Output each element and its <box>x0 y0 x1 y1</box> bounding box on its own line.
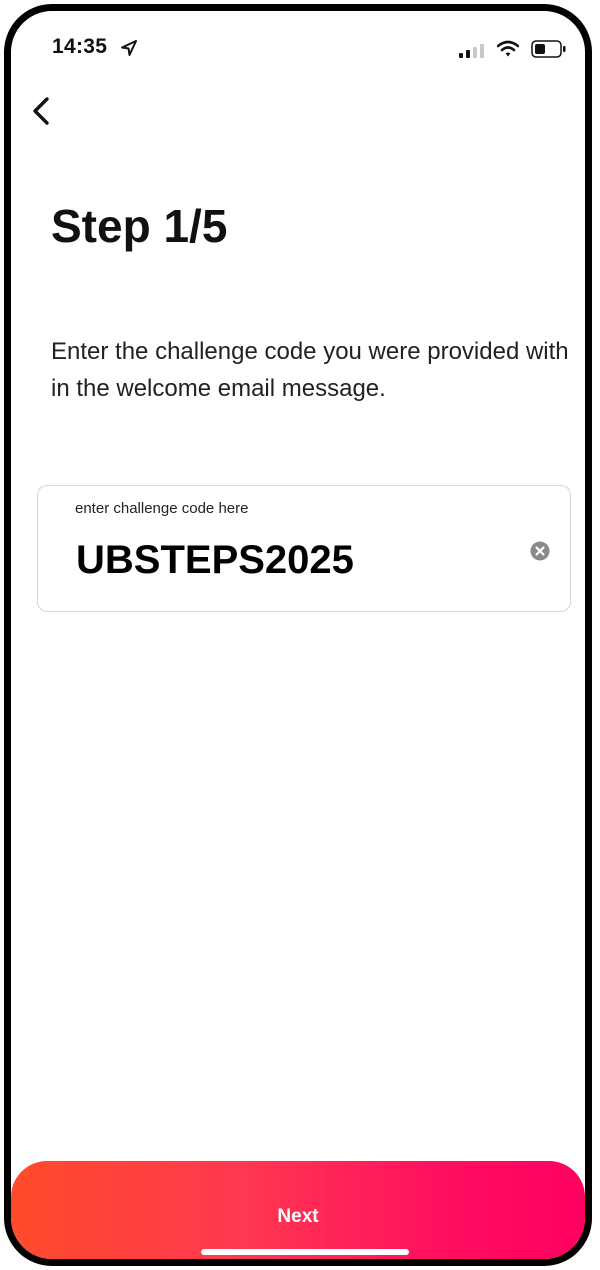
cellular-signal-icon <box>459 44 484 58</box>
chevron-left-icon <box>33 97 49 125</box>
home-indicator <box>201 1249 409 1255</box>
wifi-icon <box>497 40 519 57</box>
code-field-label: enter challenge code here <box>75 500 249 517</box>
battery-icon <box>531 40 566 58</box>
status-time: 14:35 <box>52 35 108 58</box>
clear-circle-icon[interactable] <box>530 541 550 561</box>
challenge-code-field[interactable]: enter challenge code here <box>37 485 571 612</box>
next-button-label: Next <box>277 1206 319 1227</box>
challenge-code-input[interactable] <box>76 532 506 588</box>
phone-frame: 14:35 Step 1/5 Enter the challenge code … <box>4 4 592 1266</box>
next-button[interactable]: Next <box>11 1161 585 1259</box>
page-title: Step 1/5 <box>51 200 228 252</box>
location-arrow-icon <box>121 40 137 56</box>
instructions-text: Enter the challenge code you were provid… <box>51 338 569 402</box>
back-button[interactable] <box>25 91 61 131</box>
status-bar: 14:35 <box>11 11 585 91</box>
